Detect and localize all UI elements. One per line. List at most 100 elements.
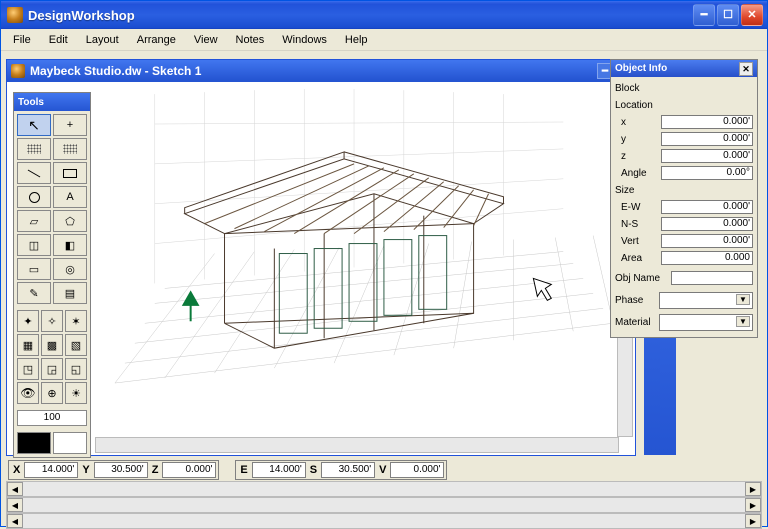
object-info-close-button[interactable]: ✕ (739, 62, 753, 76)
label-ew: E-W (615, 202, 661, 213)
tool-grid-2[interactable]: ✧ (41, 310, 63, 332)
hatch-icon (27, 144, 41, 154)
document-icon (11, 64, 25, 78)
tool-rect[interactable] (53, 162, 87, 184)
tool-grid-1[interactable]: ✦ (17, 310, 39, 332)
label-vert: Vert (615, 236, 661, 247)
tool-slab[interactable]: ◎ (53, 258, 87, 280)
menu-windows[interactable]: Windows (274, 32, 335, 48)
value-y[interactable]: 0.000' (661, 132, 753, 146)
tool-sun[interactable]: ☀ (65, 382, 87, 404)
value-angle[interactable]: 0.00° (661, 166, 753, 180)
tool-text[interactable]: A (53, 186, 87, 208)
canvas-viewport[interactable] (95, 84, 633, 435)
pointer-icon: ↖ (28, 117, 40, 134)
stacked-scrollbar-1[interactable]: ◀▶ (6, 481, 762, 497)
coord-label-z: Z (150, 464, 161, 476)
tools-palette[interactable]: Tools ↖ + A ▱ ⬠ ◫ ◧ ▭ ◎ ✎ (13, 92, 91, 458)
tool-extrude[interactable]: ◫ (17, 234, 51, 256)
dropdown-phase[interactable] (659, 292, 753, 309)
zoom-value[interactable]: 100 (17, 410, 87, 426)
building-wireframe (185, 152, 504, 348)
tool-hatch[interactable] (17, 138, 51, 160)
value-x[interactable]: 0.000' (661, 115, 753, 129)
titlebar[interactable]: DesignWorkshop ━ ☐ ✕ (1, 1, 767, 29)
minimize-button[interactable]: ━ (693, 4, 715, 26)
label-ns: N-S (615, 219, 661, 230)
tool-circle[interactable] (17, 186, 51, 208)
coord-label-e: E (238, 464, 249, 476)
menu-edit[interactable]: Edit (41, 32, 76, 48)
value-objname[interactable] (671, 271, 753, 285)
label-phase: Phase (615, 295, 659, 306)
tool-crosshair[interactable]: + (53, 114, 87, 136)
value-area[interactable]: 0.000 (661, 251, 753, 265)
tool-grid-5[interactable]: ▩ (41, 334, 63, 356)
tool-grid-9[interactable]: ◱ (65, 358, 87, 380)
object-info-panel[interactable]: Object Info ✕ Block Location x0.000' y0.… (610, 59, 758, 338)
tool-texture[interactable] (53, 138, 87, 160)
tool-block[interactable]: ▱ (17, 210, 51, 232)
coord-label-v: V (377, 464, 388, 476)
tool-target[interactable]: ⊕ (41, 382, 63, 404)
app-window: DesignWorkshop ━ ☐ ✕ File Edit Layout Ar… (0, 0, 768, 527)
value-ew[interactable]: 0.000' (661, 200, 753, 214)
menu-notes[interactable]: Notes (228, 32, 273, 48)
tool-wall[interactable]: ▭ (17, 258, 51, 280)
client-area: Maybeck Studio.dw - Sketch 1 ━ ☐ Tools ↖… (4, 53, 764, 523)
tool-erase[interactable]: ◧ (53, 234, 87, 256)
coord-value-e[interactable]: 14.000' (252, 462, 306, 478)
value-ns[interactable]: 0.000' (661, 217, 753, 231)
tool-paint[interactable]: ▤ (53, 282, 87, 304)
line-icon (28, 169, 41, 177)
object-type-label: Block (615, 83, 661, 94)
menu-view[interactable]: View (186, 32, 226, 48)
tool-grid-3[interactable]: ✶ (65, 310, 87, 332)
coordinate-bar: X14.000' Y30.500' Z0.000' E14.000' S30.5… (6, 461, 762, 479)
maximize-button[interactable]: ☐ (717, 4, 739, 26)
document-title: Maybeck Studio.dw - Sketch 1 (30, 64, 201, 78)
tool-eye[interactable]: 👁 (17, 382, 39, 404)
rect-icon (63, 169, 77, 178)
close-button[interactable]: ✕ (741, 4, 763, 26)
dropdown-material[interactable] (659, 314, 753, 331)
object-info-titlebar[interactable]: Object Info ✕ (611, 60, 757, 77)
canvas-scrollbar-horizontal[interactable] (95, 437, 619, 453)
tool-grid-4[interactable]: ▦ (17, 334, 39, 356)
texture-icon (63, 144, 77, 154)
document-titlebar[interactable]: Maybeck Studio.dw - Sketch 1 ━ ☐ (7, 60, 635, 82)
coord-value-z[interactable]: 0.000' (162, 462, 216, 478)
value-vert[interactable]: 0.000' (661, 234, 753, 248)
coord-value-x[interactable]: 14.000' (24, 462, 78, 478)
tool-poly[interactable]: ⬠ (53, 210, 87, 232)
coord-label-y: Y (80, 464, 91, 476)
color-white[interactable] (53, 432, 87, 454)
tool-line[interactable] (17, 162, 51, 184)
coord-label-s: S (308, 464, 319, 476)
color-black[interactable] (17, 432, 51, 454)
object-info-title: Object Info (615, 63, 667, 74)
wireframe-illustration (95, 84, 633, 435)
label-y: y (615, 134, 661, 145)
label-area: Area (615, 253, 661, 264)
location-label: Location (615, 100, 661, 111)
tool-select[interactable]: ↖ (17, 114, 51, 136)
coord-value-s[interactable]: 30.500' (321, 462, 375, 478)
size-label: Size (615, 185, 661, 196)
menu-help[interactable]: Help (337, 32, 376, 48)
tool-eyedrop[interactable]: ✎ (17, 282, 51, 304)
label-angle: Angle (615, 168, 661, 179)
tool-grid-8[interactable]: ◲ (41, 358, 63, 380)
coord-value-y[interactable]: 30.500' (94, 462, 148, 478)
tool-grid-7[interactable]: ◳ (17, 358, 39, 380)
tool-grid-6[interactable]: ▧ (65, 334, 87, 356)
menu-file[interactable]: File (5, 32, 39, 48)
value-z[interactable]: 0.000' (661, 149, 753, 163)
coord-value-v[interactable]: 0.000' (390, 462, 444, 478)
circle-icon (29, 192, 40, 203)
stacked-scrollbar-2[interactable]: ◀▶ (6, 497, 762, 513)
app-icon (7, 7, 23, 23)
menu-layout[interactable]: Layout (78, 32, 127, 48)
menu-arrange[interactable]: Arrange (129, 32, 184, 48)
tools-title: Tools (14, 93, 90, 111)
